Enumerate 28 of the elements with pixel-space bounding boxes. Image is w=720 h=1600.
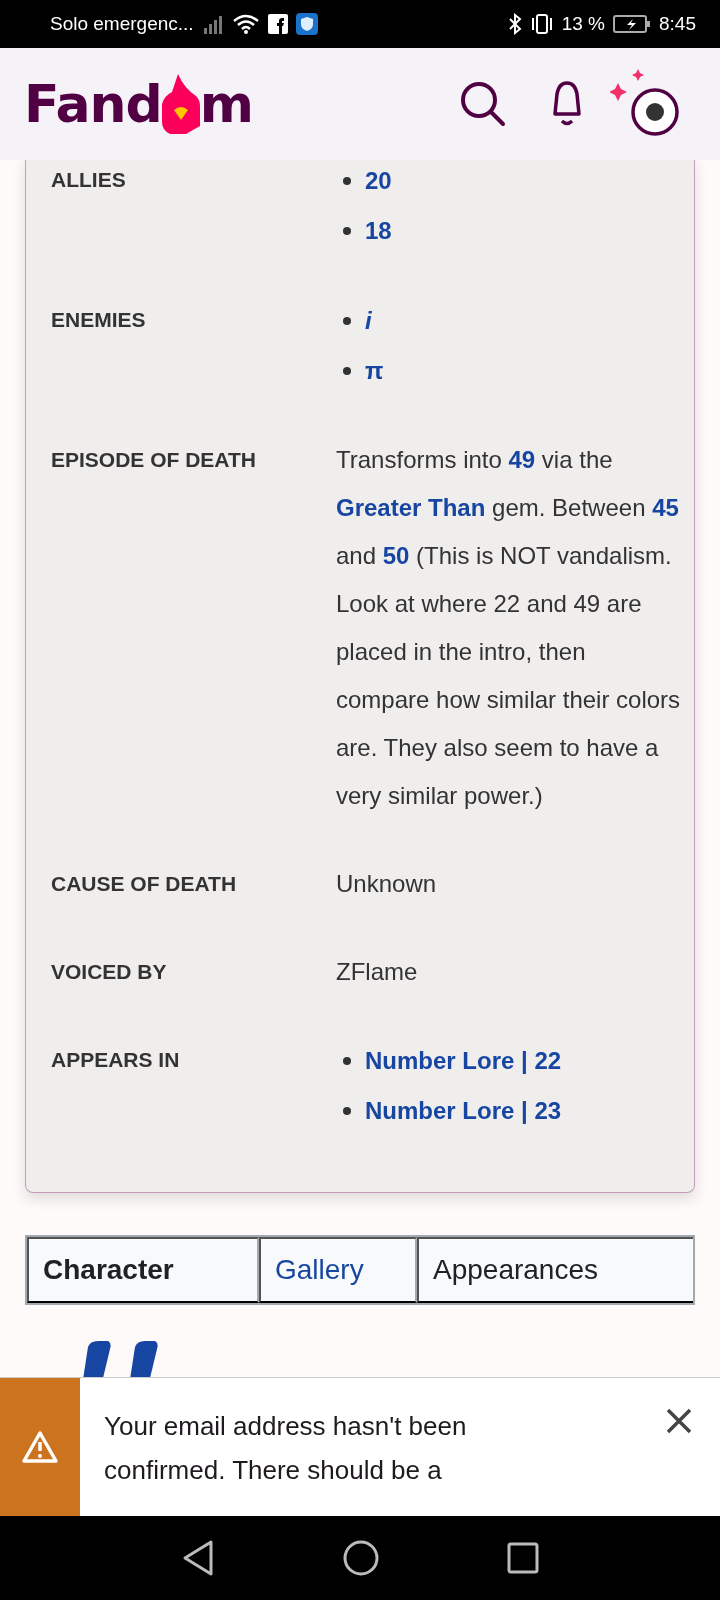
logo-text[interactable]: Fand bbox=[24, 74, 162, 134]
link[interactable]: Greater Than bbox=[336, 494, 486, 521]
link[interactable]: 45 bbox=[652, 494, 679, 521]
link[interactable]: π bbox=[365, 346, 384, 396]
link[interactable]: 20 bbox=[365, 160, 392, 206]
field-label: ALLIES bbox=[51, 167, 127, 193]
field-label: CAUSE OF DEATH bbox=[51, 871, 238, 897]
tab[interactable]: Appearances bbox=[417, 1237, 693, 1303]
field-value: Transforms into 49 via the Greater Than gem. Between 45 and 50 (This is NOT vandalism. Look at where 22 and 49 are placed in the intro, then compare how similar their colors are. They also seem to have a very similar power.) bbox=[336, 445, 682, 811]
link[interactable]: 49 bbox=[508, 446, 536, 473]
carrier-text: Solo emergenc... bbox=[50, 13, 194, 35]
field-value: Unknown bbox=[336, 869, 438, 899]
battery-percent: 13 % bbox=[561, 13, 605, 35]
link[interactable]: i bbox=[365, 296, 372, 346]
field-label: VOICED BY bbox=[51, 959, 168, 985]
field-value: ZFlame bbox=[336, 957, 419, 987]
logo-text[interactable]: m bbox=[199, 74, 253, 134]
banner-message: Your email address hasn't been confirmed. There should be a bbox=[103, 1410, 468, 1487]
link[interactable]: Number Lore | 23 bbox=[365, 1086, 562, 1136]
field-label: EPISODE OF DEATH bbox=[51, 447, 257, 473]
field-label: ENEMIES bbox=[51, 307, 147, 333]
tab[interactable]: Gallery bbox=[259, 1237, 417, 1303]
clock-time: 8:45 bbox=[659, 13, 696, 35]
field-label: APPEARS IN bbox=[51, 1047, 181, 1073]
link[interactable]: 50 bbox=[382, 542, 410, 569]
link[interactable]: 18 bbox=[365, 206, 392, 256]
link[interactable]: Number Lore | 22 bbox=[365, 1036, 562, 1086]
tab[interactable]: Character bbox=[27, 1237, 259, 1303]
